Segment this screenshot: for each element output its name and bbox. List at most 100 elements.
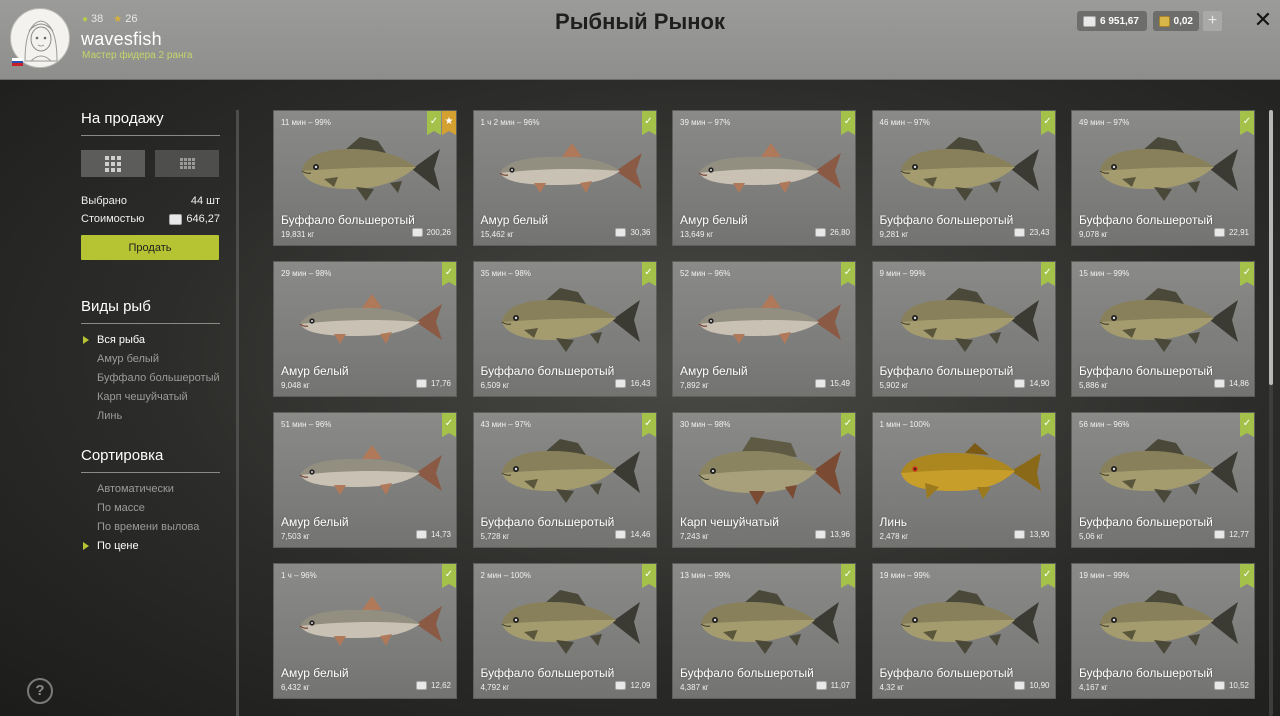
selected-check-icon[interactable]: ✓: [1240, 413, 1254, 437]
fish-card[interactable]: 56 мин – 96% ✓ Буффало большеротый 5,06 кг 1…: [1071, 412, 1255, 548]
selected-check-icon[interactable]: ✓: [1040, 262, 1055, 286]
fish-card[interactable]: 13 мин – 99% ✓ Буффало большеротый 4,387 кг…: [672, 563, 856, 699]
fish-card[interactable]: 1 ч – 96% ✓ Амур белый 6,432 кг 12,62: [273, 563, 457, 699]
silver-coin-icon: [169, 213, 183, 225]
sort-option-price[interactable]: По цене: [81, 540, 220, 553]
fish-card[interactable]: 51 мин – 96% ✓ Амур белый 7,503 кг 14,73: [273, 412, 457, 548]
fish-weight: 19,831 кг: [281, 230, 315, 239]
fish-card[interactable]: 35 мин – 98% ✓ Буффало большеротый 6,509 кг…: [472, 261, 657, 397]
help-button[interactable]: ?: [27, 678, 53, 704]
species-section-title: Виды рыб: [81, 298, 220, 324]
view-toggles: [81, 150, 220, 177]
fish-name: Буффало большеротый: [879, 666, 1014, 680]
fish-card[interactable]: 19 мин – 99% ✓ Буффало большеротый 4,32 кг 1…: [871, 563, 1056, 699]
selected-check-icon[interactable]: ✓: [442, 262, 456, 286]
fish-weight: 6,509 кг: [480, 381, 510, 390]
gold-balance: 0,02: [1153, 11, 1199, 31]
selected-check-icon[interactable]: ✓: [641, 413, 656, 437]
fish-weight: 6,432 кг: [281, 683, 310, 692]
fish-price: 13,90: [1014, 530, 1050, 539]
selected-check-icon[interactable]: ✓: [1240, 262, 1254, 286]
fish-price: 200,26: [411, 228, 451, 237]
catch-info: 13 мин – 99%: [680, 571, 731, 580]
species-filter-buffalo[interactable]: Буффало большеротый: [81, 372, 220, 385]
fish-card[interactable]: 19 мин – 99% ✓ Буффало большеротый 4,167 кг…: [1071, 563, 1255, 699]
silver-balance-value: 6 951,67: [1100, 15, 1139, 27]
large-grid-icon: [105, 155, 121, 172]
close-icon[interactable]: ✕: [1252, 9, 1274, 31]
fish-price-value: 12,09: [630, 681, 651, 690]
selected-check-icon[interactable]: ✓: [1240, 564, 1254, 588]
selected-check-icon[interactable]: ✓: [841, 564, 855, 588]
selected-check-icon[interactable]: ✓: [841, 413, 855, 437]
fish-name: Амур белый: [480, 213, 549, 227]
large-grid-view-button[interactable]: [81, 150, 145, 177]
species-filter-all[interactable]: Вся рыба: [81, 334, 220, 347]
silver-coin-icon: [1014, 379, 1026, 388]
selected-check-icon[interactable]: ✓: [641, 564, 656, 588]
selected-check-icon[interactable]: ✓: [1040, 564, 1055, 588]
fish-price-value: 16,43: [630, 379, 651, 388]
fish-name: Амур белый: [281, 364, 349, 378]
scrollbar-thumb[interactable]: [1269, 110, 1273, 385]
fish-card[interactable]: 39 мин – 97% ✓ Амур белый 13,649 кг 26,80: [672, 110, 856, 246]
selected-check-icon[interactable]: ✓: [841, 262, 855, 286]
carp-fish-icon: [693, 429, 843, 513]
fish-price: 12,62: [415, 681, 451, 690]
species-filter-list: Вся рыба Амур белый Буффало большеротый …: [81, 334, 220, 423]
fish-name: Буффало большеротый: [1079, 364, 1213, 378]
selected-check-icon[interactable]: ✓: [841, 111, 855, 135]
fish-card[interactable]: 46 мин – 97% ✓ Буффало большеротый 9,281 кг…: [871, 110, 1056, 246]
fish-card[interactable]: 1 мин – 100% ✓ Линь 2,478 кг 13,90: [871, 412, 1056, 548]
top-bar: ● 38 ★ 26 wavesfish Мастер фидера 2 ранг…: [0, 0, 1280, 80]
fish-card[interactable]: 29 мин – 98% ✓ Амур белый 9,048 кг 17,76: [273, 261, 457, 397]
catch-info: 19 мин – 99%: [1079, 571, 1130, 580]
fish-price-value: 17,76: [430, 379, 451, 388]
fish-weight: 13,649 кг: [680, 230, 714, 239]
buffalo-fish-icon: [494, 429, 644, 513]
sort-option-auto[interactable]: Автоматически: [81, 483, 220, 496]
fish-card[interactable]: 9 мин – 99% ✓ Буффало большеротый 5,902 кг 1…: [871, 261, 1056, 397]
selected-check-icon[interactable]: ✓: [641, 111, 656, 135]
fish-price-value: 22,91: [1228, 228, 1249, 237]
fish-price: 10,90: [1014, 681, 1050, 690]
fish-weight: 9,048 кг: [281, 381, 310, 390]
fish-price: 11,07: [815, 681, 850, 690]
trophy-star-icon: ★: [442, 111, 456, 135]
fish-name: Буффало большеротый: [480, 666, 615, 680]
sell-button[interactable]: Продать: [81, 235, 219, 260]
fish-card[interactable]: 2 мин – 100% ✓ Буффало большеротый 4,792 кг…: [472, 563, 657, 699]
fish-card[interactable]: 30 мин – 98% ✓ Карп чешуйчатый 7,243 кг 13,9…: [672, 412, 856, 548]
selection-summary: Выбрано 44 шт Стоимостью 646,27: [81, 195, 220, 225]
selected-check-icon[interactable]: ✓: [641, 262, 656, 286]
selected-check-icon[interactable]: ✓: [442, 413, 456, 437]
species-filter-tench[interactable]: Линь: [81, 410, 220, 423]
selected-check-icon[interactable]: ✓: [1040, 111, 1055, 135]
small-grid-view-button[interactable]: [155, 150, 219, 177]
silver-coin-icon: [615, 379, 627, 388]
catch-info: 19 мин – 99%: [879, 571, 930, 580]
species-filter-carp[interactable]: Карп чешуйчатый: [81, 391, 220, 404]
sort-option-mass[interactable]: По массе: [81, 502, 220, 515]
sort-option-catch-time[interactable]: По времени вылова: [81, 521, 220, 534]
fish-card[interactable]: 52 мин – 96% ✓ Амур белый 7,892 кг 15,49: [672, 261, 856, 397]
catch-info: 11 мин – 99%: [281, 118, 331, 127]
fish-card[interactable]: 1 ч 2 мин – 96% ✓ Амур белый 15,462 кг 30,36: [472, 110, 657, 246]
fish-card[interactable]: 11 мин – 99% ✓ ★ Буффало большеротый 19,831 …: [273, 110, 457, 246]
add-currency-button[interactable]: +: [1203, 11, 1222, 31]
fish-name: Буффало большеротый: [1079, 515, 1213, 529]
fish-card[interactable]: 15 мин – 99% ✓ Буффало большеротый 5,886 кг…: [1071, 261, 1255, 397]
species-filter-amur[interactable]: Амур белый: [81, 353, 220, 366]
cost-row: Стоимостью 646,27: [81, 213, 220, 225]
fish-card[interactable]: 43 мин – 97% ✓ Буффало большеротый 5,728 кг…: [472, 412, 657, 548]
sale-section-title: На продажу: [81, 110, 220, 136]
selected-check-icon[interactable]: ✓: [442, 564, 456, 588]
fish-card[interactable]: 49 мин – 97% ✓ Буффало большеротый 9,078 кг…: [1071, 110, 1255, 246]
silver-coin-icon: [1213, 530, 1225, 539]
fish-name: Линь: [879, 515, 907, 529]
catch-info: 2 мин – 100%: [480, 571, 531, 580]
selected-check-icon[interactable]: ✓: [1040, 413, 1055, 437]
fish-price: 14,46: [615, 530, 651, 539]
buffalo-fish-icon: [893, 278, 1043, 362]
selected-check-icon[interactable]: ✓: [1240, 111, 1254, 135]
